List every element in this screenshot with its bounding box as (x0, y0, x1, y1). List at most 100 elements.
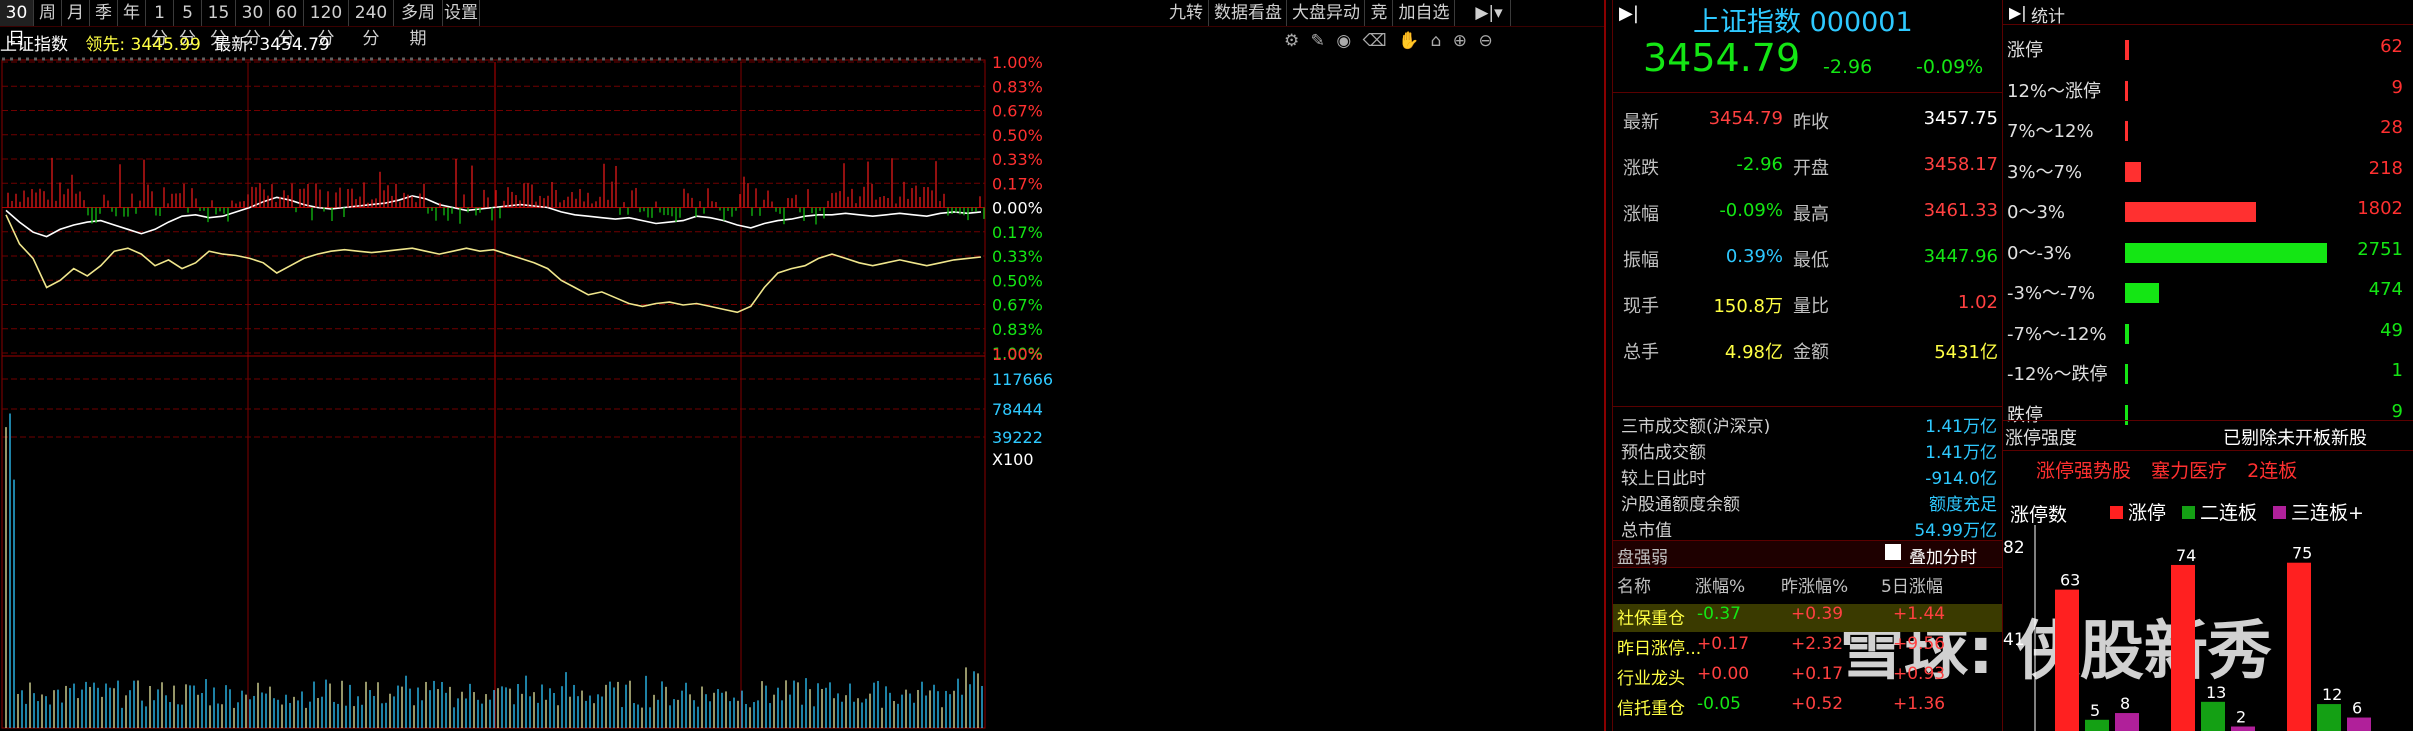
vol-tick-0: 117666 (992, 370, 1053, 389)
quote-label-0: 最新 (1623, 112, 1659, 133)
quote-value2-1: 3458.17 (1923, 154, 1998, 175)
board-value-2-two: 12 (2322, 685, 2342, 704)
board-bar-2-limit (2287, 562, 2311, 731)
limit-bar-8 (2125, 364, 2128, 384)
quote-code: 000001 (1809, 7, 1913, 38)
legend-swatch-0 (2110, 506, 2123, 519)
quote-label2-2: 最高 (1793, 204, 1829, 225)
quote-label2-1: 开盘 (1793, 158, 1829, 179)
limit-row-0: 涨停 62 (2003, 36, 2411, 66)
limit-value-4: 1802 (2357, 198, 2403, 219)
limit-row-1: 12%～涨停 9 (2003, 77, 2411, 107)
legend-swatch-1 (2182, 506, 2196, 519)
legend-swatch-2 (2273, 506, 2287, 519)
strength-b-3: +0.52 (1791, 694, 1844, 714)
market-label-0: 三市成交额(沪深京) (1621, 417, 1771, 437)
quote-value2-0: 3457.75 (1923, 108, 1998, 129)
strength-a-0: -0.37 (1697, 604, 1741, 624)
board-value-2-three: 6 (2352, 699, 2362, 718)
strength-row-2[interactable]: 行业龙头 +0.00 +0.17 +0.93 (1613, 664, 2003, 692)
quote-label-1: 涨跌 (1623, 158, 1659, 179)
quote-row-0: 最新 3454.79 昨收 3457.75 (1613, 108, 2003, 136)
strength-b-2: +0.17 (1791, 664, 1844, 684)
limit-bar-4 (2125, 202, 2256, 222)
limit-label-8: -12%～跌停 (2007, 364, 2108, 385)
stats-collapse-icon[interactable]: ▶| (2009, 3, 2027, 22)
strength-name-1: 昨日涨停... (1617, 639, 1702, 659)
limit-label-9: 跌停 (2007, 404, 2043, 426)
limit-value-0: 62 (2380, 36, 2403, 57)
limit-value-2: 28 (2380, 117, 2403, 138)
overlay-checkbox[interactable] (1885, 544, 1901, 560)
strength-name-2: 行业龙头 (1617, 669, 1685, 689)
pct-tick-8: 0.33% (992, 247, 1043, 266)
legend-item-2: 三连板+ (2273, 502, 2364, 524)
strength-name-0: 社保重仓 (1617, 609, 1685, 629)
legend-item-0: 涨停 (2110, 502, 2166, 524)
vol-tick-1: 78444 (992, 400, 1043, 419)
pct-tick-1: 0.83% (992, 77, 1043, 96)
limit-bar-7 (2125, 323, 2129, 344)
limit-value-7: 49 (2380, 319, 2403, 341)
quote-price: 3454.79 (1643, 36, 1801, 80)
limit-label-0: 涨停 (2007, 40, 2043, 61)
limit-strength-title: 涨停强度 (2005, 428, 2077, 449)
strength-row-3[interactable]: 信托重仓 -0.05 +0.52 +1.36 (1613, 694, 2003, 722)
quote-row-3: 振幅 0.39% 最低 3447.96 (1613, 246, 2003, 274)
legend-label-1: 二连板 (2200, 502, 2258, 524)
limit-bar-1 (2125, 80, 2128, 101)
board-ytick-0: 82 (2003, 538, 2025, 558)
intraday-chart[interactable]: 1.00% 0.83% 0.67% 0.50% 0.33% 0.17% 0.00% 0.17%… (0, 0, 1610, 731)
tag-board[interactable]: 2连板 (2247, 460, 2297, 482)
quote-panel: ▶| 上证指数 000001 3454.79 -2.96 -0.09% 盘强弱 … (1612, 0, 2003, 731)
strength-row-1[interactable]: 昨日涨停... +0.17 +2.32 +9.56 (1613, 634, 2003, 662)
board-value-1-two: 13 (2206, 683, 2226, 702)
quote-label-5: 总手 (1623, 342, 1659, 363)
limit-label-5: 0～-3% (2007, 242, 2072, 264)
market-value-3: 额度充足 (1929, 495, 1997, 515)
market-value-2: -914.0亿 (1925, 469, 1997, 489)
pct-tick-9: 0.50% (992, 271, 1043, 290)
strength-header-2: 昨涨幅% (1781, 577, 1849, 597)
quote-change: -2.96 (1823, 56, 1873, 78)
collapse-icon[interactable]: ▶| (1619, 3, 1639, 24)
strength-c-3: +1.36 (1893, 694, 1946, 714)
pct-tick-7: 0.17% (992, 223, 1043, 242)
limit-value-6: 474 (2368, 279, 2403, 300)
quote-title: 上证指数 000001 (1693, 0, 1913, 39)
tag-strong[interactable]: 涨停强势股 (2036, 460, 2131, 482)
legend-label-0: 涨停 (2128, 502, 2167, 524)
board-ytick-1: 41 (2003, 630, 2025, 650)
quote-change-pct: -0.09% (1916, 56, 1984, 78)
strength-header-1: 涨幅% (1695, 577, 1746, 597)
quote-label2-4: 量比 (1793, 296, 1829, 317)
market-row-0: 三市成交额(沪深京) 1.41万亿 (1613, 412, 2003, 437)
board-value-0-two: 5 (2090, 701, 2100, 720)
overlay-label: 叠加分时 (1909, 548, 1977, 568)
limit-strength-note: 已剔除未开板新股 (2223, 428, 2367, 449)
board-value-1-limit: 74 (2176, 546, 2196, 565)
pct-tick-4: 0.33% (992, 150, 1043, 169)
limit-label-6: -3%～-7% (2007, 283, 2096, 304)
board-value-2-limit: 75 (2292, 544, 2312, 563)
strength-row-0[interactable]: 社保重仓 -0.37 +0.39 +1.44 (1613, 604, 2003, 632)
tag-stock[interactable]: 塞力医疗 (2151, 460, 2227, 482)
limit-row-2: 7%～12% 28 (2003, 117, 2411, 147)
quote-name: 上证指数 (1693, 7, 1801, 38)
quote-value2-3: 3447.96 (1923, 246, 1998, 267)
limit-value-1: 9 (2391, 76, 2403, 98)
quote-row-5: 总手 4.98亿 金额 5431亿 (1613, 338, 2003, 366)
vol-tick-3: X100 (992, 450, 1034, 469)
strength-a-3: -0.05 (1697, 694, 1741, 714)
pct-tick-2: 0.67% (992, 102, 1043, 121)
limit-value-3: 218 (2368, 157, 2403, 179)
strength-c-1: +9.56 (1893, 634, 1946, 654)
quote-label2-5: 金额 (1793, 342, 1829, 363)
strength-bar: 盘强弱 叠加分时 (1613, 540, 2003, 568)
board-bar-2-three (2347, 717, 2371, 731)
limit-bar-3 (2125, 161, 2141, 182)
board-bar-0-three (2115, 713, 2139, 731)
quote-value-3: 0.39% (1725, 246, 1783, 267)
limit-label-2: 7%～12% (2007, 121, 2094, 142)
limit-row-8: -12%～跌停 1 (2003, 360, 2411, 390)
